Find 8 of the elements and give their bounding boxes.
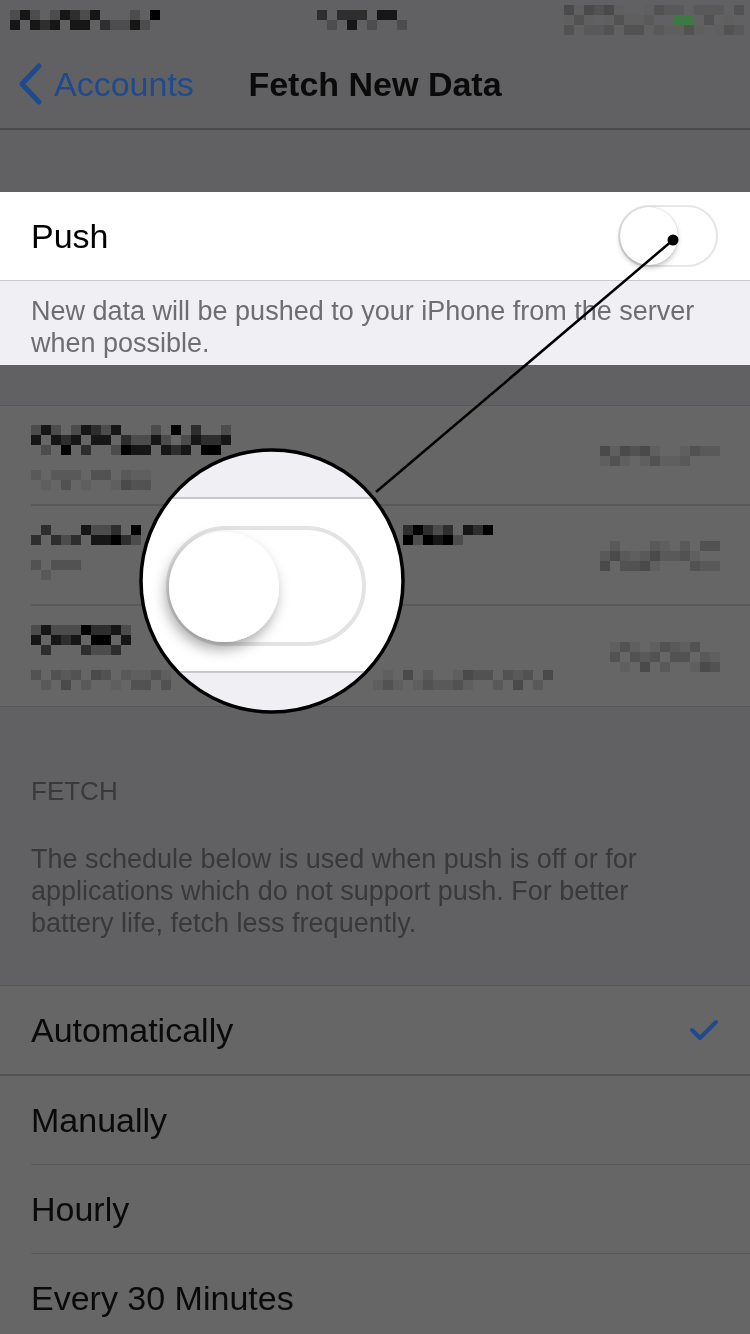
page-title: Fetch New Data (248, 64, 502, 104)
fetch-option[interactable]: Manually (0, 1076, 750, 1164)
fetch-option[interactable]: Hourly (0, 1165, 750, 1253)
fetch-option[interactable]: Every 30 Minutes (0, 1254, 750, 1334)
push-toggle[interactable] (618, 205, 718, 267)
push-label: Push (31, 216, 109, 256)
back-chevron-icon (18, 63, 42, 105)
fetch-option[interactable]: Automatically (0, 986, 750, 1074)
